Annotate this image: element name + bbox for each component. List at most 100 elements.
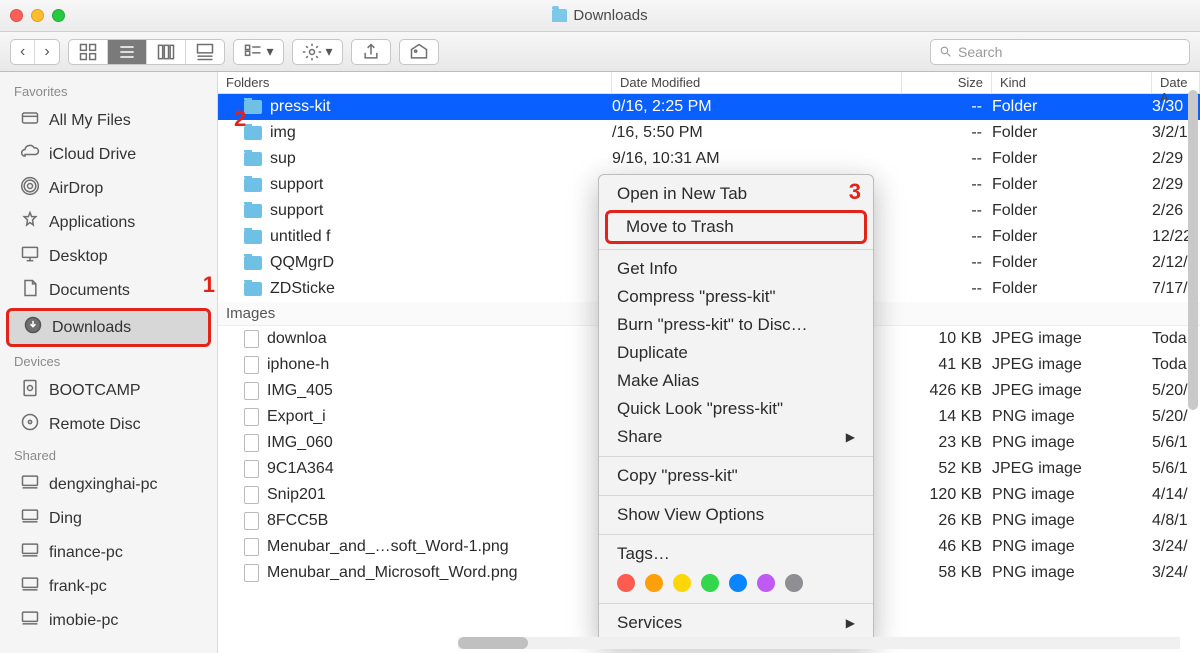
- menu-item-services[interactable]: Services▶: [599, 609, 873, 637]
- search-field[interactable]: Search: [930, 39, 1190, 65]
- file-size: --: [902, 280, 992, 298]
- menu-item-label: Compress "press-kit": [617, 287, 776, 307]
- tag-color[interactable]: [729, 574, 747, 592]
- sidebar-item-downloads[interactable]: Downloads: [6, 308, 211, 347]
- menu-item-share[interactable]: Share▶: [599, 423, 873, 451]
- sidebar-item-label: Remote Disc: [49, 416, 141, 434]
- col-name[interactable]: Folders: [218, 72, 612, 93]
- sidebar-icon: [20, 472, 40, 497]
- sidebar-item-label: Applications: [49, 214, 135, 232]
- col-date[interactable]: Date Modified: [612, 72, 902, 93]
- action-button[interactable]: ▾: [292, 39, 343, 65]
- file-kind: Folder: [992, 176, 1152, 194]
- file-row[interactable]: img/16, 5:50 PM--Folder3/2/1: [218, 120, 1200, 146]
- sidebar-item-ding[interactable]: Ding: [6, 502, 211, 535]
- sidebar-item-label: finance-pc: [49, 544, 123, 562]
- menu-item-show-view-options[interactable]: Show View Options: [599, 501, 873, 529]
- sidebar-item-label: Documents: [49, 282, 130, 300]
- sidebar-icon: [20, 506, 40, 531]
- icon-view-button[interactable]: [69, 40, 108, 64]
- file-row[interactable]: sup9/16, 10:31 AM--Folder2/29: [218, 146, 1200, 172]
- tag-color[interactable]: [617, 574, 635, 592]
- file-name: press-kit: [270, 98, 330, 116]
- file-row[interactable]: press-kit0/16, 2:25 PM--Folder3/30: [218, 94, 1200, 120]
- file-icon: [244, 382, 259, 400]
- sidebar-item-frank-pc[interactable]: frank-pc: [6, 570, 211, 603]
- file-size: --: [902, 150, 992, 168]
- col-size[interactable]: Size: [902, 72, 992, 93]
- tag-color[interactable]: [757, 574, 775, 592]
- menu-separator: [599, 456, 873, 457]
- sidebar-item-airdrop[interactable]: AirDrop: [6, 172, 211, 205]
- sidebar-item-remote-disc[interactable]: Remote Disc: [6, 408, 211, 441]
- forward-button[interactable]: ›: [35, 40, 58, 64]
- sidebar-item-all-my-files[interactable]: All My Files: [6, 104, 211, 137]
- coverflow-view-button[interactable]: [186, 40, 224, 64]
- menu-item-make-alias[interactable]: Make Alias: [599, 367, 873, 395]
- context-menu: 3 Open in New TabMove to TrashGet InfoCo…: [598, 174, 874, 643]
- window-title: Downloads: [0, 7, 1200, 24]
- file-size: --: [902, 98, 992, 116]
- sidebar-icon: [20, 540, 40, 565]
- horizontal-scrollbar[interactable]: [458, 637, 1180, 649]
- file-kind: PNG image: [992, 564, 1152, 582]
- sidebar-item-applications[interactable]: Applications: [6, 206, 211, 239]
- menu-item-open-in-new-tab[interactable]: Open in New Tab: [599, 180, 873, 208]
- sidebar-item-label: frank-pc: [49, 578, 107, 596]
- col-kind[interactable]: Kind: [992, 72, 1152, 93]
- file-icon: [244, 330, 259, 348]
- menu-item-label: Quick Look "press-kit": [617, 399, 783, 419]
- tag-color[interactable]: [645, 574, 663, 592]
- share-button[interactable]: [351, 39, 391, 65]
- list-view-button[interactable]: [108, 40, 147, 64]
- menu-item-tags-[interactable]: Tags…: [599, 540, 873, 568]
- sidebar-item-desktop[interactable]: Desktop: [6, 240, 211, 273]
- arrange-button[interactable]: ▾: [233, 39, 284, 65]
- tag-color[interactable]: [785, 574, 803, 592]
- file-size: 10 KB: [902, 330, 992, 348]
- menu-item-label: Copy "press-kit": [617, 466, 738, 486]
- tag-color[interactable]: [701, 574, 719, 592]
- column-view-button[interactable]: [147, 40, 186, 64]
- menu-item-label: Show View Options: [617, 505, 764, 525]
- menu-item-burn-press-kit-to-disc-[interactable]: Burn "press-kit" to Disc…: [599, 311, 873, 339]
- file-size: 14 KB: [902, 408, 992, 426]
- file-name: Export_i: [267, 408, 326, 426]
- menu-item-label: Burn "press-kit" to Disc…: [617, 315, 808, 335]
- sidebar-item-label: All My Files: [49, 112, 131, 130]
- file-icon: [244, 408, 259, 426]
- menu-item-get-info[interactable]: Get Info: [599, 255, 873, 283]
- menu-item-duplicate[interactable]: Duplicate: [599, 339, 873, 367]
- sidebar-item-imobie-pc[interactable]: imobie-pc: [6, 604, 211, 637]
- sidebar-item-finance-pc[interactable]: finance-pc: [6, 536, 211, 569]
- file-icon: [244, 512, 259, 530]
- tag-color[interactable]: [673, 574, 691, 592]
- menu-item-quick-look-press-kit-[interactable]: Quick Look "press-kit": [599, 395, 873, 423]
- sidebar-icon: [20, 278, 40, 303]
- file-kind: JPEG image: [992, 382, 1152, 400]
- vertical-scrollbar[interactable]: [1188, 90, 1198, 410]
- sidebar-icon: [23, 315, 43, 340]
- file-kind: PNG image: [992, 434, 1152, 452]
- menu-item-compress-press-kit-[interactable]: Compress "press-kit": [599, 283, 873, 311]
- file-icon: [244, 460, 259, 478]
- sidebar-item-bootcamp[interactable]: BOOTCAMP: [6, 374, 211, 407]
- file-kind: Folder: [992, 150, 1152, 168]
- file-kind: PNG image: [992, 538, 1152, 556]
- file-icon: [244, 538, 259, 556]
- sidebar-item-icloud-drive[interactable]: iCloud Drive: [6, 138, 211, 171]
- menu-item-move-to-trash[interactable]: Move to Trash: [605, 210, 867, 244]
- sidebar-item-label: Ding: [49, 510, 82, 528]
- content-pane: Folders Date Modified Size Kind Date A p…: [218, 72, 1200, 653]
- sidebar-icon: [20, 244, 40, 269]
- folder-icon: [244, 256, 262, 270]
- file-date-added: 5/6/1: [1152, 434, 1200, 452]
- sidebar-item-dengxinghai-pc[interactable]: dengxinghai-pc: [6, 468, 211, 501]
- sidebar-item-documents[interactable]: Documents1: [6, 274, 211, 307]
- sidebar-icon: [20, 412, 40, 437]
- file-name: sup: [270, 150, 296, 168]
- file-date-added: 4/14/: [1152, 486, 1200, 504]
- back-button[interactable]: ‹: [11, 40, 35, 64]
- tags-button[interactable]: [399, 39, 439, 65]
- menu-item-copy-press-kit-[interactable]: Copy "press-kit": [599, 462, 873, 490]
